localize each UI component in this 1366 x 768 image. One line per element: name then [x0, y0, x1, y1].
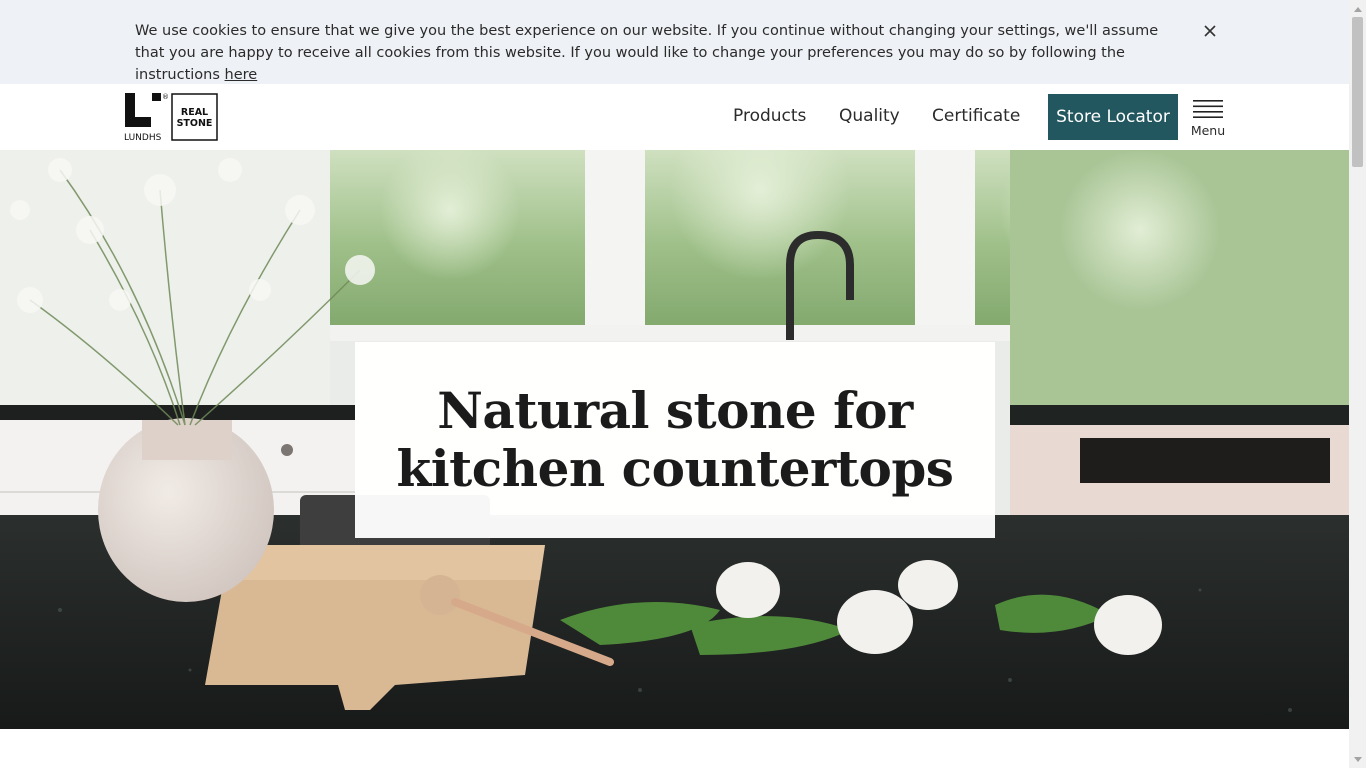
site-header: ® LUNDHS REAL STONE Products Quality Cer…: [0, 84, 1349, 150]
hero-section: Natural stone for kitchen countertops: [0, 150, 1349, 729]
close-icon[interactable]: [1199, 20, 1221, 42]
scroll-up-arrow-icon[interactable]: [1349, 0, 1366, 17]
hero-title: Natural stone for kitchen countertops: [397, 382, 954, 498]
nav-certificate[interactable]: Certificate: [932, 106, 1020, 126]
nav-products[interactable]: Products: [733, 106, 806, 126]
store-locator-button[interactable]: Store Locator: [1048, 94, 1178, 140]
cookie-message: We use cookies to ensure that we give yo…: [135, 20, 1175, 86]
menu-label: Menu: [1190, 123, 1226, 138]
logo-badge-line2: STONE: [177, 118, 213, 129]
cookie-banner: We use cookies to ensure that we give yo…: [0, 0, 1349, 84]
vertical-scrollbar[interactable]: [1349, 0, 1366, 768]
logo-badge-line1: REAL: [181, 107, 208, 118]
registered-mark: ®: [162, 93, 169, 101]
logo-brand-text: LUNDHS: [124, 133, 162, 143]
hero-title-line2: kitchen countertops: [396, 439, 954, 498]
nav-quality[interactable]: Quality: [839, 106, 900, 126]
hamburger-icon: [1193, 100, 1223, 118]
hero-title-line1: Natural stone for: [437, 381, 913, 440]
lundhs-logo[interactable]: ® LUNDHS REAL STONE: [124, 92, 220, 144]
cookie-instructions-link[interactable]: here: [225, 67, 258, 83]
scroll-down-arrow-icon[interactable]: [1349, 751, 1366, 768]
page: We use cookies to ensure that we give yo…: [0, 0, 1349, 768]
scrollbar-thumb[interactable]: [1352, 17, 1363, 167]
cookie-text: We use cookies to ensure that we give yo…: [135, 23, 1159, 83]
hero-title-card: Natural stone for kitchen countertops: [355, 342, 995, 538]
menu-button[interactable]: Menu: [1190, 98, 1226, 140]
